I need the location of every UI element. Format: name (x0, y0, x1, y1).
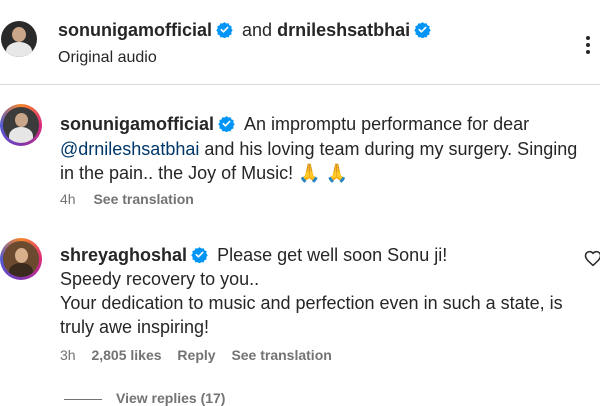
caption-text-3: in the pain.. the Joy of Music! 🙏 🙏 (60, 163, 348, 183)
header-avatar[interactable] (1, 21, 37, 57)
caption-text-1: An impromptu performance for dear (244, 114, 530, 134)
comment-likes[interactable]: 2,805 likes (91, 347, 161, 363)
comment-text-4: truly awe inspiring! (60, 317, 210, 337)
verified-badge-icon (414, 22, 431, 38)
caption-meta: 4h See translation (60, 191, 194, 207)
comment-avatar[interactable] (0, 238, 42, 280)
verified-badge-icon (216, 22, 233, 38)
view-replies-button[interactable]: View replies (17) (116, 390, 225, 406)
comment-text-3: Your dedication to music and perfection … (60, 293, 563, 313)
comment-meta: 3h 2,805 likes Reply See translation (60, 347, 332, 363)
more-options-icon[interactable] (586, 36, 592, 57)
header-divider (0, 84, 600, 85)
comment-text-1: Please get well soon Sonu ji! (217, 245, 448, 265)
header-subtitle[interactable]: Original audio (58, 46, 157, 70)
caption-line-2: @drnileshsatbhai and his loving team dur… (60, 137, 577, 161)
header-username-2[interactable]: drnileshsatbhai (277, 20, 410, 40)
verified-badge-icon (191, 247, 208, 263)
caption-line-1: sonunigamofficial An impromptu performan… (60, 112, 529, 136)
comment-see-translation[interactable]: See translation (231, 347, 331, 363)
caption-username[interactable]: sonunigamofficial (60, 114, 214, 134)
header-username-1[interactable]: sonunigamofficial (58, 20, 212, 40)
header-title: sonunigamofficial and drnileshsatbhai (58, 18, 431, 42)
caption-see-translation[interactable]: See translation (93, 191, 193, 207)
comment-reply-button[interactable]: Reply (177, 347, 215, 363)
caption-time[interactable]: 4h (60, 191, 76, 207)
comment-username[interactable]: shreyaghoshal (60, 245, 187, 265)
post-header: sonunigamofficial and drnileshsatbhai Or… (0, 0, 600, 84)
caption-mention[interactable]: @drnileshsatbhai (60, 139, 199, 159)
comment-text-2: Speedy recovery to you.. (60, 269, 260, 289)
comment-line-1: shreyaghoshal Please get well soon Sonu … (60, 243, 447, 267)
header-conjunction: and (242, 20, 273, 40)
comment-time[interactable]: 3h (60, 347, 76, 363)
heart-icon[interactable] (584, 250, 600, 268)
verified-badge-icon (218, 116, 235, 132)
caption-avatar[interactable] (0, 104, 42, 146)
caption-text-2: and his loving team during my surgery. S… (204, 139, 578, 159)
